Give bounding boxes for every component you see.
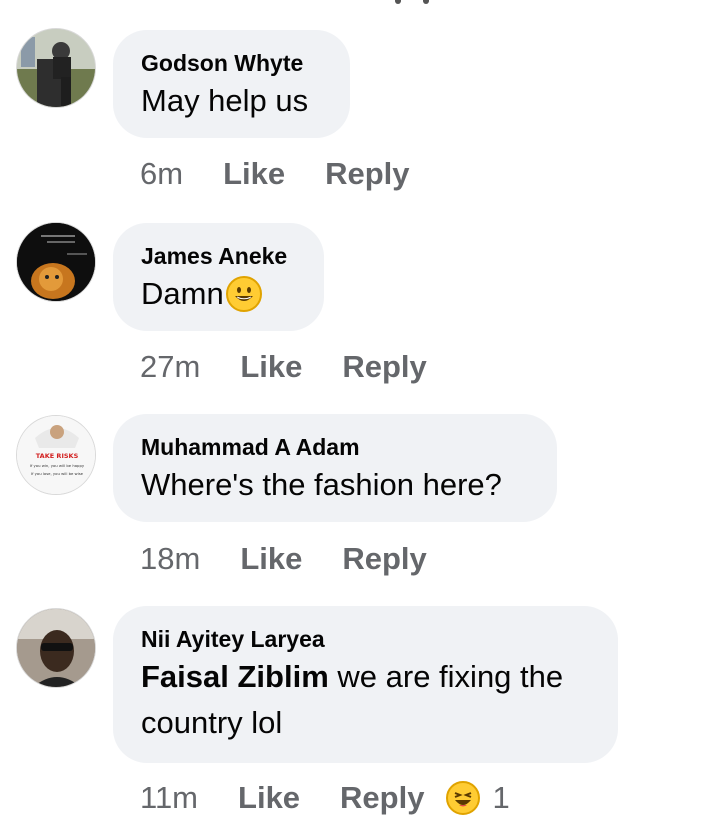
comment-text: we are fixing the (328, 659, 564, 694)
avatar-caption-title: TAKE RISKS (36, 452, 79, 460)
cropped-previous-comment-fragment (395, 0, 435, 6)
avatar-photo: TAKE RISKS If you win, you will be happy… (17, 416, 95, 494)
avatar[interactable] (16, 28, 96, 108)
avatar[interactable] (16, 222, 96, 302)
grinning-face-emoji-icon (225, 275, 262, 312)
like-button[interactable]: Like (240, 349, 302, 385)
reply-button[interactable]: Reply (342, 349, 426, 385)
comment-timestamp[interactable]: 6m (140, 156, 183, 192)
comment-author[interactable]: Nii Ayitey Laryea (141, 624, 590, 654)
comment-text-row: Damn (141, 271, 296, 317)
comment-text-line2: country lol (141, 705, 283, 740)
comment-actions: 27m Like Reply (140, 347, 467, 387)
reply-button[interactable]: Reply (342, 541, 426, 577)
comment-actions: 11m Like Reply 1 (140, 778, 510, 818)
comment-timestamp[interactable]: 27m (140, 349, 200, 385)
like-button[interactable]: Like (240, 541, 302, 577)
avatar[interactable] (16, 608, 96, 688)
comment-author[interactable]: Muhammad A Adam (141, 432, 529, 462)
reply-button[interactable]: Reply (325, 156, 409, 192)
comment-bubble: James Aneke Damn (113, 223, 324, 331)
avatar-caption-line2: If you lose, you will be wise (31, 471, 84, 476)
comment-text: Damn (141, 276, 224, 311)
laughing-face-emoji-icon[interactable] (446, 781, 481, 815)
mention-link[interactable]: Faisal Ziblim (141, 659, 329, 694)
comment-author[interactable]: Godson Whyte (141, 48, 322, 78)
comment-text-line: Faisal Ziblim we are fixing the (141, 654, 590, 700)
comment-text: May help us (141, 83, 309, 118)
comment-bubble: Muhammad A Adam Where's the fashion here… (113, 414, 557, 522)
comment-text: Where's the fashion here? (141, 467, 502, 502)
reaction-count[interactable]: 1 (492, 780, 509, 816)
avatar[interactable]: TAKE RISKS If you win, you will be happy… (16, 415, 96, 495)
avatar-photo (17, 223, 95, 301)
like-button[interactable]: Like (238, 780, 300, 816)
avatar-photo (17, 609, 95, 687)
comment-actions: 18m Like Reply (140, 539, 467, 579)
avatar-caption-line1: If you win, you will be happy (30, 463, 85, 468)
comment-author[interactable]: James Aneke (141, 241, 296, 271)
comment-timestamp[interactable]: 11m (140, 780, 198, 816)
avatar-photo (17, 29, 95, 107)
comment-bubble: Nii Ayitey Laryea Faisal Ziblim we are f… (113, 606, 618, 763)
reply-button[interactable]: Reply (340, 780, 424, 816)
comment-actions: 6m Like Reply (140, 154, 450, 194)
like-button[interactable]: Like (223, 156, 285, 192)
comment-bubble: Godson Whyte May help us (113, 30, 350, 138)
comment-timestamp[interactable]: 18m (140, 541, 200, 577)
